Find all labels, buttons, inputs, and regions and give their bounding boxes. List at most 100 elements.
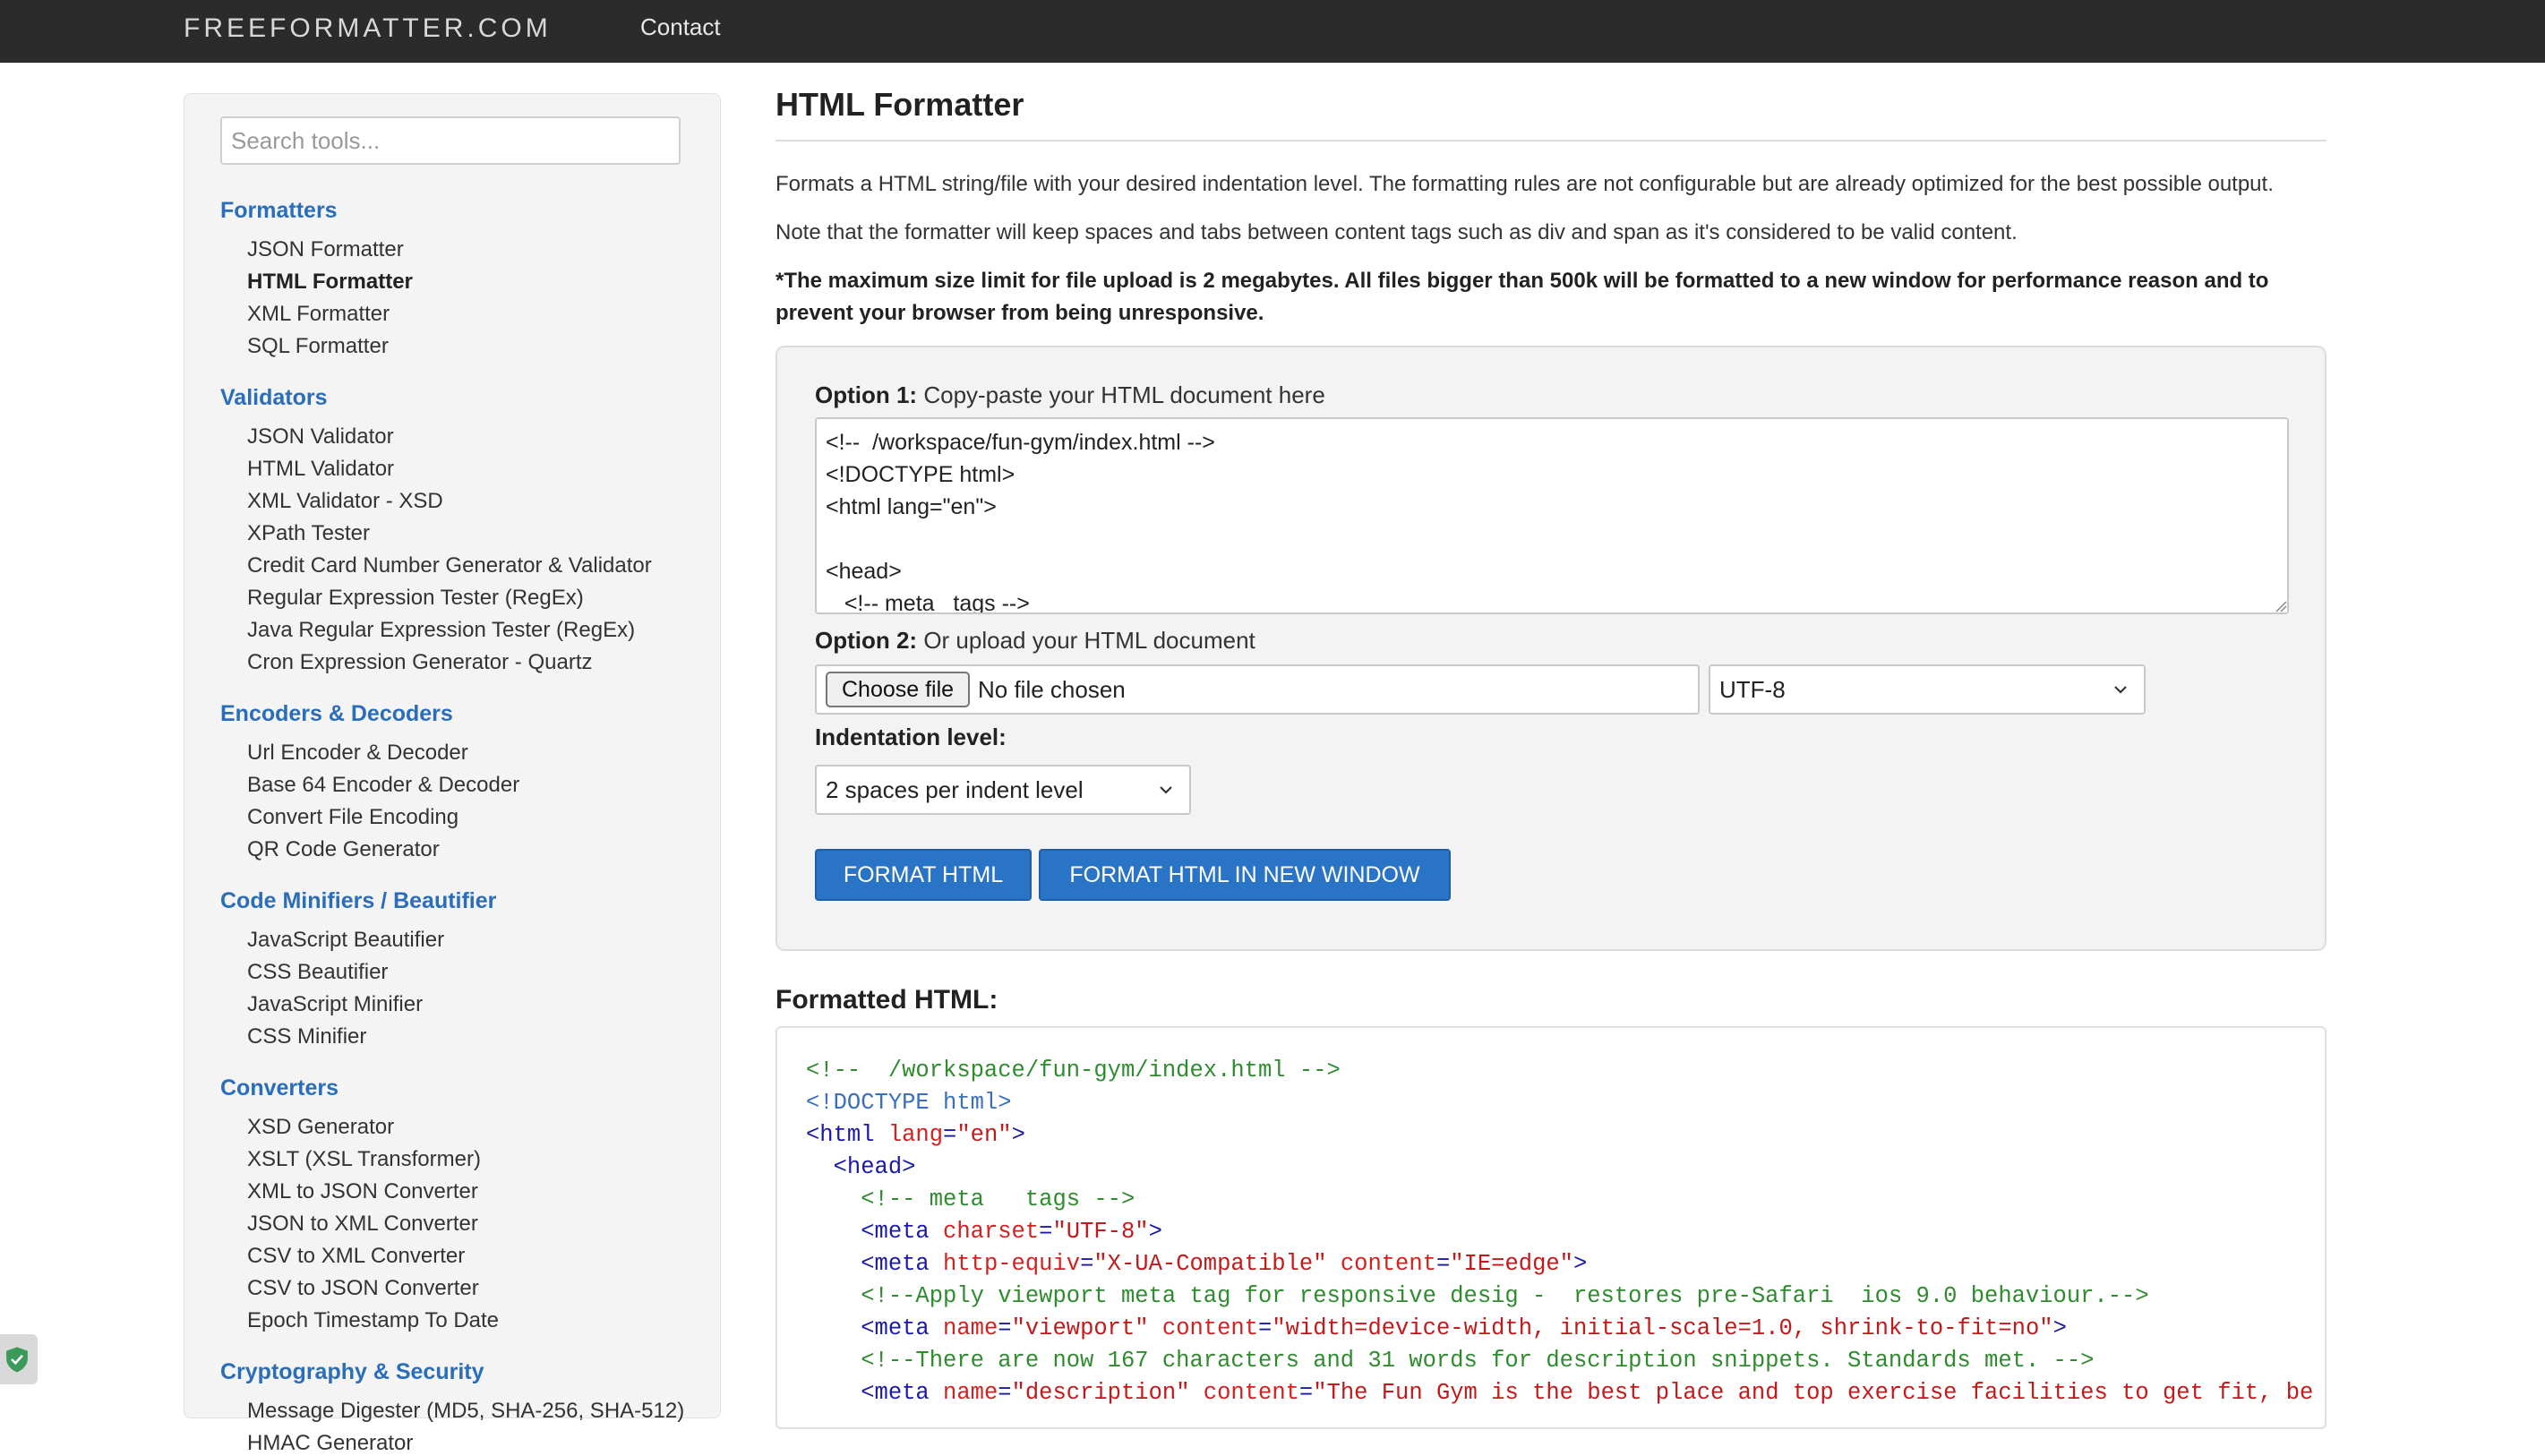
- sidebar-item[interactable]: JSON to XML Converter: [247, 1212, 478, 1237]
- code-token: >: [1011, 1122, 1025, 1148]
- code-token: name: [929, 1380, 998, 1406]
- sidebar-item[interactable]: HTML Validator: [247, 457, 394, 482]
- option2-label: Option 2: Or upload your HTML document: [815, 627, 1255, 654]
- code-line: <!-- meta tags -->: [806, 1184, 2325, 1216]
- code-token: <head>: [806, 1154, 916, 1180]
- code-token: <!--Apply viewport meta tag for responsi…: [806, 1283, 2149, 1309]
- code-line: <html lang="en">: [806, 1119, 2325, 1152]
- sidebar-item[interactable]: JSON Validator: [247, 424, 394, 450]
- code-token: >: [1573, 1251, 1588, 1277]
- code-line: <meta name="description" content="The Fu…: [806, 1377, 2326, 1409]
- search-input[interactable]: Search tools...: [220, 116, 681, 165]
- resize-handle-icon[interactable]: [2275, 600, 2287, 612]
- sidebar-category-1[interactable]: Validators: [220, 385, 328, 411]
- code-line: <meta name="viewport" content="width=dev…: [806, 1313, 2325, 1345]
- chevron-down-icon: [2114, 686, 2127, 694]
- format-new-window-button[interactable]: FORMAT HTML IN NEW WINDOW: [1039, 849, 1451, 901]
- code-token: =: [998, 1315, 1012, 1341]
- code-token: =: [1298, 1380, 1314, 1406]
- sidebar-item[interactable]: XPath Tester: [247, 521, 370, 546]
- sidebar-item[interactable]: JavaScript Beautifier: [247, 928, 444, 953]
- sidebar-item[interactable]: CSV to XML Converter: [247, 1244, 465, 1269]
- sidebar: Search tools... Formatters JSON Formatter…: [184, 93, 721, 1455]
- sidebar-item[interactable]: CSS Minifier: [247, 1024, 366, 1049]
- code-token: <meta: [806, 1251, 930, 1277]
- sidebar-item[interactable]: JSON Formatter: [247, 237, 404, 262]
- sidebar-item[interactable]: Url Encoder & Decoder: [247, 741, 468, 766]
- code-token: =: [1080, 1251, 1094, 1277]
- description-text: Formats a HTML string/file with your des…: [775, 172, 2274, 196]
- sidebar-item[interactable]: HMAC Generator: [247, 1431, 413, 1456]
- sidebar-item[interactable]: CSS Beautifier: [247, 960, 388, 985]
- size-limit-note: *The maximum size limit for file upload …: [775, 269, 2269, 325]
- sidebar-item[interactable]: Regular Expression Tester (RegEx): [247, 586, 584, 611]
- indentation-value: 2 spaces per indent level: [826, 776, 1084, 803]
- sidebar-category-5[interactable]: Cryptography & Security: [220, 1359, 484, 1385]
- code-token: >: [2052, 1315, 2067, 1341]
- code-token: name: [929, 1315, 998, 1341]
- sidebar-category-0[interactable]: Formatters: [220, 198, 338, 224]
- output-title: Formatted HTML:: [775, 985, 998, 1015]
- code-token: <!--There are now 167 characters and 31 …: [806, 1348, 2095, 1374]
- top-navbar: FREEFORMATTER.COM Contact: [0, 0, 2545, 63]
- sidebar-item[interactable]: Cron Expression Generator - Quartz: [247, 650, 593, 675]
- sidebar-item[interactable]: Convert File Encoding: [247, 805, 458, 830]
- site-logo[interactable]: FREEFORMATTER.COM: [184, 0, 552, 57]
- sidebar-item[interactable]: Java Regular Expression Tester (RegEx): [247, 618, 635, 643]
- sidebar-item[interactable]: Credit Card Number Generator & Validator: [247, 553, 652, 578]
- sidebar-category-4[interactable]: Converters: [220, 1075, 338, 1101]
- code-token: "The Fun Gym is the best place and top e…: [1313, 1380, 2326, 1406]
- code-token: <meta: [806, 1315, 930, 1341]
- sidebar-category-2[interactable]: Encoders & Decoders: [220, 701, 453, 727]
- formatted-code: <!-- /workspace/fun-gym/index.html --> <!…: [806, 1055, 2326, 1409]
- code-line: <!-- /workspace/fun-gym/index.html -->: [806, 1055, 2325, 1087]
- indentation-label: Indentation level:: [815, 724, 1007, 750]
- sidebar-item[interactable]: JavaScript Minifier: [247, 992, 423, 1017]
- file-upload-field[interactable]: Choose file No file chosen: [815, 664, 1700, 715]
- code-token: "description": [1011, 1380, 1190, 1406]
- sidebar-item[interactable]: QR Code Generator: [247, 837, 440, 862]
- code-token: =: [1435, 1251, 1451, 1277]
- sidebar-item[interactable]: XML Validator - XSD: [247, 489, 443, 514]
- code-token: "IE=edge": [1450, 1251, 1573, 1277]
- nav-link-contact[interactable]: Contact: [640, 0, 721, 54]
- shield-icon: [6, 1347, 28, 1373]
- code-line: <!--Apply viewport meta tag for responsi…: [806, 1280, 2325, 1313]
- sidebar-item[interactable]: CSV to JSON Converter: [247, 1276, 479, 1301]
- encoding-value: UTF-8: [1719, 676, 1786, 703]
- choose-file-button[interactable]: Choose file: [826, 672, 971, 707]
- sidebar-item[interactable]: XML to JSON Converter: [247, 1179, 478, 1204]
- code-token: content: [1148, 1315, 1259, 1341]
- sidebar-item[interactable]: XML Formatter: [247, 302, 390, 327]
- sidebar-item[interactable]: SQL Formatter: [247, 334, 389, 359]
- code-token: =: [998, 1380, 1012, 1406]
- code-token: <meta: [806, 1380, 930, 1406]
- indentation-select[interactable]: 2 spaces per indent level: [815, 765, 1191, 815]
- code-token: http-equiv: [929, 1251, 1081, 1277]
- code-token: "en": [956, 1122, 1012, 1148]
- code-line: <!DOCTYPE html>: [806, 1087, 2325, 1119]
- code-token: =: [943, 1122, 957, 1148]
- input-panel: Option 1: Copy-paste your HTML document …: [775, 346, 2326, 951]
- format-html-button[interactable]: FORMAT HTML: [815, 849, 1032, 901]
- file-status-text: No file chosen: [978, 676, 1126, 703]
- sidebar-item[interactable]: Message Digester (MD5, SHA-256, SHA-512): [247, 1399, 684, 1424]
- sidebar-category-3[interactable]: Code Minifiers / Beautifier: [220, 888, 496, 914]
- sidebar-item[interactable]: Base 64 Encoder & Decoder: [247, 773, 519, 798]
- encoding-select[interactable]: UTF-8: [1709, 664, 2146, 715]
- formatted-output[interactable]: <!-- /workspace/fun-gym/index.html --> <!…: [775, 1026, 2326, 1429]
- code-token: =: [1258, 1315, 1272, 1341]
- code-line: <meta charset="UTF-8">: [806, 1216, 2325, 1248]
- code-token: content: [1189, 1380, 1299, 1406]
- code-line: <!--There are now 167 characters and 31 …: [806, 1345, 2325, 1377]
- sidebar-item[interactable]: Epoch Timestamp To Date: [247, 1308, 499, 1333]
- sidebar-item[interactable]: XSD Generator: [247, 1115, 394, 1140]
- sidebar-item[interactable]: HTML Formatter: [247, 270, 413, 295]
- sidebar-item[interactable]: XSLT (XSL Transformer): [247, 1147, 481, 1172]
- security-badge[interactable]: [0, 1334, 38, 1384]
- html-input-textarea[interactable]: <!-- /workspace/fun-gym/index.html --> <…: [815, 417, 2289, 614]
- chevron-down-icon: [1160, 786, 1172, 794]
- page-title: HTML Formatter: [775, 86, 1024, 123]
- code-token: <html: [806, 1122, 875, 1148]
- code-token: <!DOCTYPE html>: [806, 1090, 1012, 1116]
